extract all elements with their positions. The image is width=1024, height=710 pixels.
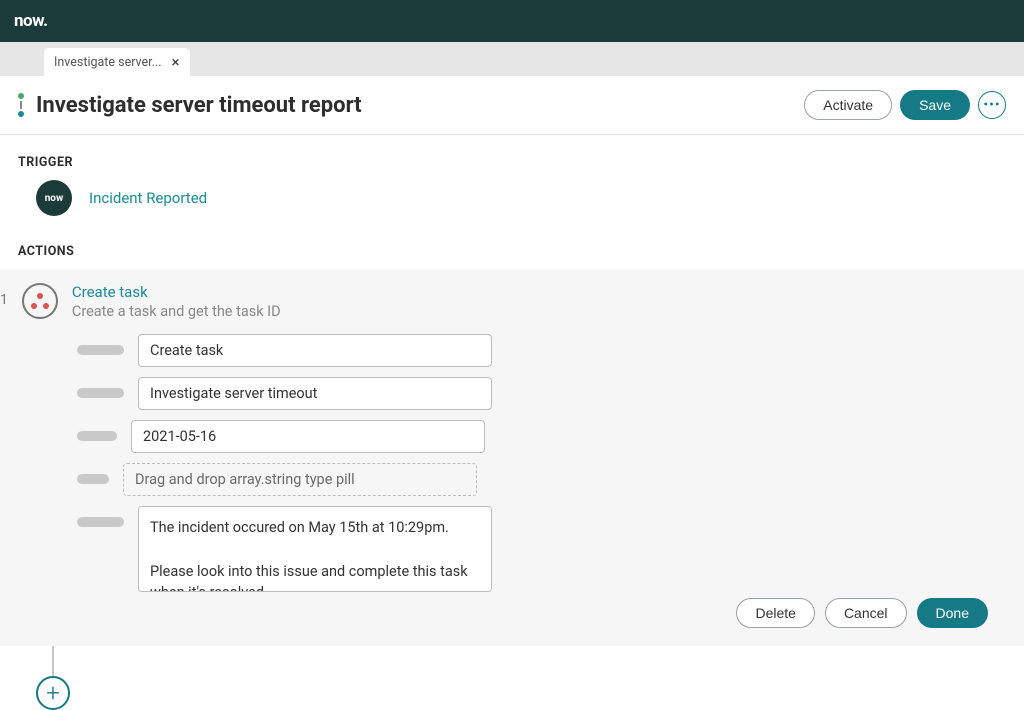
trigger-row[interactable]: now Incident Reported: [18, 180, 1024, 216]
save-button[interactable]: Save: [900, 90, 970, 120]
close-icon[interactable]: ×: [172, 53, 180, 71]
task-title-input[interactable]: [138, 377, 492, 410]
content: TRIGGER now Incident Reported ACTIONS: [0, 135, 1024, 259]
delete-button[interactable]: Delete: [736, 598, 814, 628]
brand-logo: now.: [14, 11, 48, 31]
connector-line: [52, 646, 54, 676]
tab-investigate[interactable]: Investigate server... ×: [44, 48, 190, 76]
field-label-stub: [77, 345, 124, 355]
action-title: Create task: [72, 283, 281, 301]
header-actions: Activate Save •••: [804, 90, 1006, 120]
more-icon[interactable]: •••: [978, 91, 1006, 119]
page-header: Investigate server timeout report Activa…: [0, 76, 1024, 135]
activate-button[interactable]: Activate: [804, 90, 892, 120]
trigger-name: Incident Reported: [89, 189, 207, 207]
action-form: Drag and drop array.string type pill: [0, 334, 1006, 592]
trigger-section-label: TRIGGER: [18, 155, 1024, 170]
task-name-input[interactable]: [138, 334, 492, 367]
pill-dropzone[interactable]: Drag and drop array.string type pill: [123, 463, 477, 496]
field-label-stub: [77, 431, 117, 441]
action-buttons: Delete Cancel Done: [0, 598, 1006, 628]
action-number: 1: [0, 292, 8, 308]
action-header: 1 Create task Create a task and get the …: [0, 283, 1006, 320]
field-label-stub: [77, 474, 109, 484]
flow-icon: [18, 93, 24, 117]
topbar: now.: [0, 0, 1024, 42]
cancel-button[interactable]: Cancel: [825, 598, 907, 628]
action-icon: [22, 283, 58, 319]
add-area: +: [0, 646, 1024, 710]
date-input[interactable]: [131, 420, 485, 453]
action-card: 1 Create task Create a task and get the …: [0, 269, 1024, 646]
field-label-stub: [77, 388, 124, 398]
add-action-button[interactable]: +: [36, 676, 70, 710]
field-label-stub: [77, 517, 124, 527]
tab-label: Investigate server...: [54, 55, 162, 70]
description-textarea[interactable]: [138, 506, 492, 592]
tab-strip: Investigate server... ×: [0, 42, 1024, 76]
done-button[interactable]: Done: [917, 598, 988, 628]
action-subtitle: Create a task and get the task ID: [72, 303, 281, 320]
trigger-icon: now: [36, 180, 72, 216]
page-title: Investigate server timeout report: [36, 93, 792, 118]
actions-section-label: ACTIONS: [18, 244, 1024, 259]
